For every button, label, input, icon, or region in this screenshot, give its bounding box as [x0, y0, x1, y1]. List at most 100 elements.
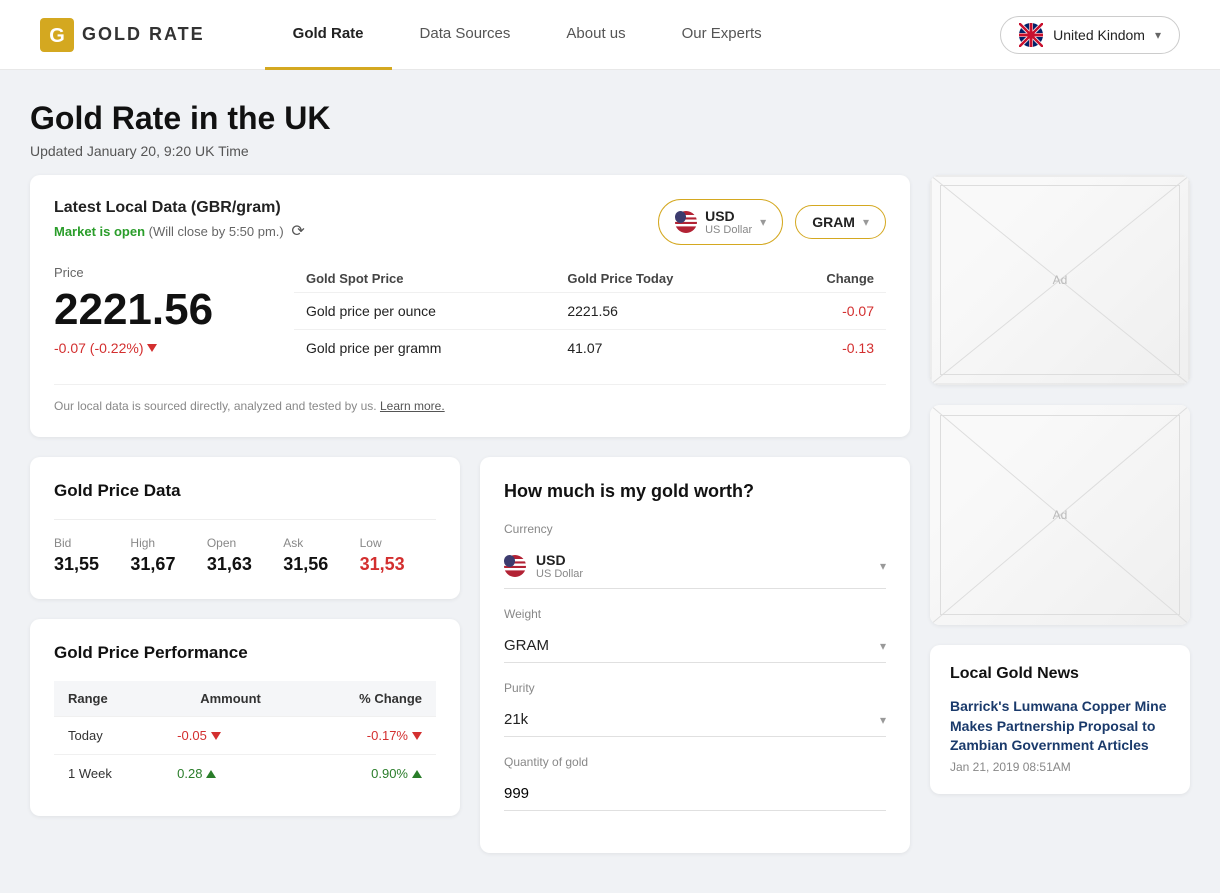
gold-price-data-card: Gold Price Data Bid 31,55 High 31,67 Ope… — [30, 457, 460, 599]
news-item-title[interactable]: Barrick's Lumwana Copper Mine Makes Part… — [950, 697, 1170, 756]
price-change: -0.07 (-0.22%) — [54, 340, 254, 356]
bid-value: 31,63 — [207, 554, 283, 575]
news-item-date: Jan 21, 2019 08:51AM — [950, 760, 1170, 774]
bid-item-open: Open 31,63 — [207, 536, 283, 575]
logo-text: GOLD RATE — [82, 24, 205, 45]
uk-flag-icon — [1019, 23, 1043, 47]
gold-data-title: Gold Price Data — [54, 481, 436, 501]
country-selector[interactable]: United Kindom ▾ — [1000, 16, 1180, 54]
main-grid: Latest Local Data (GBR/gram) Market is o… — [10, 175, 1210, 893]
row-today: 2221.56 — [555, 293, 768, 330]
perf-col-pct: % Change — [298, 681, 436, 717]
price-table: Gold Spot Price Gold Price Today Change … — [294, 265, 886, 366]
ad-label-1: Ad — [1053, 273, 1068, 287]
bid-item-high: High 31,67 — [130, 536, 206, 575]
price-label: Price — [54, 265, 254, 280]
bid-label: Low — [360, 536, 436, 550]
table-row: Gold price per gramm 41.07 -0.13 — [294, 330, 886, 367]
latest-title-group: Latest Local Data (GBR/gram) Market is o… — [54, 199, 305, 241]
pct-neg: -0.17% — [312, 728, 422, 743]
bid-label: Open — [207, 536, 283, 550]
performance-card: Gold Price Performance Range Ammount % C… — [30, 619, 460, 816]
currency-name: US Dollar — [705, 224, 752, 236]
bid-value-low: 31,53 — [360, 554, 436, 575]
page-subtitle: Updated January 20, 9:20 UK Time — [30, 143, 1190, 159]
market-status: Market is open (Will close by 5:50 pm.) … — [54, 221, 305, 241]
worth-title: How much is my gold worth? — [504, 481, 886, 502]
quantity-label: Quantity of gold — [504, 755, 886, 769]
bid-value: 31,67 — [130, 554, 206, 575]
perf-pct: 0.90% — [298, 755, 436, 793]
perf-range: Today — [54, 717, 163, 755]
pct-value: 0.90% — [371, 766, 408, 781]
pct-value: -0.17% — [367, 728, 408, 743]
amount-value: 0.28 — [177, 766, 202, 781]
us-flag-icon — [675, 211, 697, 233]
learn-note: Our local data is sourced directly, anal… — [54, 384, 886, 413]
worth-calc-card: How much is my gold worth? Currency USD — [480, 457, 910, 853]
amount-value: -0.05 — [177, 728, 207, 743]
bid-label: Ask — [283, 536, 359, 550]
market-open-label: Market is open — [54, 224, 145, 239]
price-main: Price 2221.56 -0.07 (-0.22%) — [54, 265, 254, 356]
logo-icon: G — [40, 18, 74, 52]
currency-code: USD — [705, 208, 752, 224]
table-row: Today -0.05 -0.17% — [54, 717, 436, 755]
latest-data-card: Latest Local Data (GBR/gram) Market is o… — [30, 175, 910, 437]
triangle-down-icon — [211, 732, 221, 740]
purity-select[interactable]: 21k ▾ — [504, 703, 886, 737]
page-title: Gold Rate in the UK — [30, 100, 1190, 137]
nav-link-data-sources[interactable]: Data Sources — [392, 0, 539, 70]
purity-label: Purity — [504, 681, 886, 695]
col-gold-spot: Gold Spot Price — [294, 265, 555, 293]
news-item: Barrick's Lumwana Copper Mine Makes Part… — [950, 697, 1170, 774]
unit-gram-btn[interactable]: GRAM ▾ — [795, 205, 886, 239]
triangle-up-icon — [206, 770, 216, 778]
price-big: 2221.56 — [54, 288, 254, 332]
nav-link-about-us[interactable]: About us — [538, 0, 653, 70]
page-title-area: Gold Rate in the UK Updated January 20, … — [10, 100, 1210, 159]
col-price-today: Gold Price Today — [555, 265, 768, 293]
refresh-icon[interactable]: ⟳ — [291, 223, 304, 240]
currency-label-usd: USD US Dollar — [705, 208, 752, 236]
quantity-input[interactable] — [504, 777, 886, 811]
currency-usd-btn[interactable]: USD US Dollar ▾ — [658, 199, 783, 245]
currency-select-inner: USD US Dollar — [504, 552, 583, 580]
chevron-down-icon: ▾ — [880, 713, 886, 727]
price-change-value: -0.07 (-0.22%) — [54, 340, 143, 356]
nav-link-gold-rate[interactable]: Gold Rate — [265, 0, 392, 70]
currency-select-text: USD US Dollar — [536, 552, 583, 580]
table-row: 1 Week 0.28 0.90% — [54, 755, 436, 793]
perf-col-range: Range — [54, 681, 163, 717]
row-change: -0.13 — [768, 330, 886, 367]
price-table-wrap: Price 2221.56 -0.07 (-0.22%) Gold Spot P… — [54, 265, 886, 366]
perf-pct: -0.17% — [298, 717, 436, 755]
latest-card-header: Latest Local Data (GBR/gram) Market is o… — [54, 199, 886, 245]
triangle-down-icon — [412, 732, 422, 740]
currency-select[interactable]: USD US Dollar ▾ — [504, 544, 886, 589]
bid-label: High — [130, 536, 206, 550]
chevron-down-icon: ▾ — [863, 215, 869, 229]
weight-select[interactable]: GRAM ▾ — [504, 629, 886, 663]
triangle-up-icon — [412, 770, 422, 778]
left-section: Latest Local Data (GBR/gram) Market is o… — [30, 175, 910, 853]
navbar: G GOLD RATE Gold Rate Data Sources About… — [0, 0, 1220, 70]
row-change: -0.07 — [768, 293, 886, 330]
bid-item-bid: Bid 31,55 — [54, 536, 130, 575]
nav-link-our-experts[interactable]: Our Experts — [654, 0, 790, 70]
row-label: Gold price per ounce — [294, 293, 555, 330]
perf-amount: -0.05 — [163, 717, 298, 755]
market-note: (Will close by 5:50 pm.) — [149, 224, 284, 239]
bid-value: 31,56 — [283, 554, 359, 575]
weight-label: Weight — [504, 607, 886, 621]
worth-currency-code: USD — [536, 552, 583, 568]
amount-pos: 0.28 — [177, 766, 284, 781]
weight-value: GRAM — [504, 637, 549, 654]
learn-more-link[interactable]: Learn more. — [380, 399, 445, 413]
perf-range: 1 Week — [54, 755, 163, 793]
logo[interactable]: G GOLD RATE — [40, 18, 205, 52]
footnote-text: Our local data is sourced directly, anal… — [54, 399, 377, 413]
ad-box-1: Ad — [930, 175, 1190, 385]
col-change: Change — [768, 265, 886, 293]
worth-currency-name: US Dollar — [536, 568, 583, 580]
